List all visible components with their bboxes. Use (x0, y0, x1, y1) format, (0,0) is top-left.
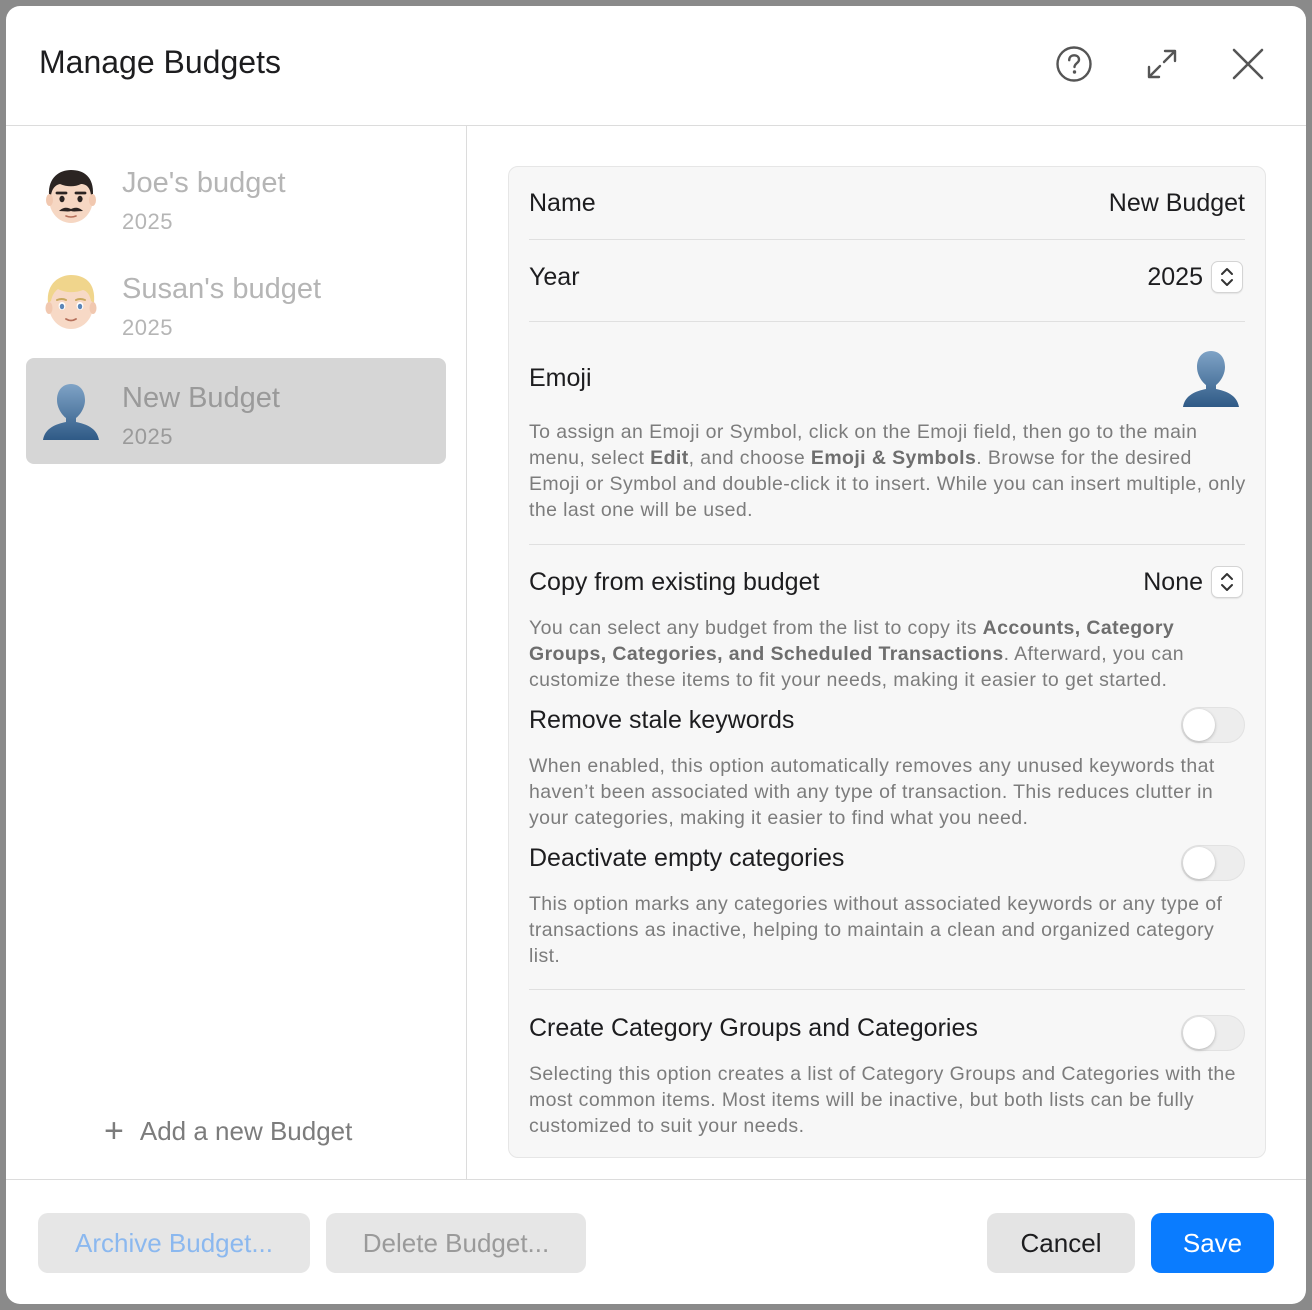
add-budget-label: Add a new Budget (139, 1115, 353, 1146)
budget-name: Susan's budget (122, 273, 322, 305)
divider (529, 239, 1245, 240)
dialog-header: Manage Budgets (6, 6, 1306, 126)
blond-person-emoji-icon (40, 271, 102, 333)
copy-budget-description: You can select any budget from the list … (529, 615, 1247, 693)
updown-chevron-icon (1221, 268, 1233, 286)
create-categories-description: Selecting this option creates a list of … (529, 1063, 1236, 1137)
name-label: Name (529, 189, 596, 217)
desc-text: , and choose (688, 447, 811, 469)
bust-silhouette-icon (1183, 351, 1239, 407)
year-stepper[interactable] (1211, 261, 1243, 293)
bust-silhouette-emoji-icon (40, 380, 102, 442)
budget-name: Joe's budget (122, 167, 286, 199)
budget-name: New Budget (122, 382, 280, 414)
toggle-knob (1183, 847, 1215, 879)
dialog-title: Manage Budgets (39, 44, 281, 80)
sidebar-item-joes-budget[interactable]: Joe's budget 2025 (26, 143, 446, 249)
sidebar-item-susans-budget[interactable]: Susan's budget 2025 (26, 249, 446, 355)
emoji-label: Emoji (529, 364, 592, 392)
year-label: Year (529, 263, 580, 291)
deactivate-categories-label: Deactivate empty categories (529, 844, 845, 872)
cancel-button[interactable]: Cancel (987, 1213, 1135, 1273)
name-field[interactable]: New Budget (1109, 189, 1245, 218)
divider (529, 544, 1245, 545)
budget-year: 2025 (122, 424, 173, 449)
updown-chevron-icon (1221, 573, 1233, 591)
sidebar-item-new-budget[interactable]: New Budget 2025 (26, 358, 446, 464)
copy-budget-popup[interactable] (1211, 566, 1243, 598)
plus-icon: + (104, 1111, 124, 1150)
delete-budget-button[interactable]: Delete Budget... (326, 1213, 586, 1273)
expand-icon[interactable] (1140, 42, 1184, 86)
add-budget-button[interactable]: + Add a new Budget (104, 1111, 352, 1151)
desc-bold: Emoji & Symbols (810, 447, 977, 469)
emoji-field[interactable] (1179, 347, 1243, 409)
help-icon[interactable] (1052, 42, 1096, 86)
man-mustache-emoji-icon (40, 165, 102, 227)
budget-settings-panel: Name New Budget Year 2025 Emoji To assig… (508, 166, 1266, 1158)
copy-budget-label: Copy from existing budget (529, 568, 820, 596)
divider (529, 989, 1245, 990)
deactivate-categories-toggle[interactable] (1181, 845, 1245, 881)
close-icon[interactable] (1226, 42, 1270, 86)
dialog-footer: Archive Budget... Delete Budget... Cance… (6, 1179, 1306, 1304)
stale-keywords-description: When enabled, this option automatically … (529, 755, 1215, 829)
toggle-knob (1183, 709, 1215, 741)
emoji-description: To assign an Emoji or Symbol, click on t… (529, 419, 1247, 523)
desc-text: You can select any budget from the list … (529, 617, 983, 639)
create-categories-label: Create Category Groups and Categories (529, 1014, 978, 1042)
budget-year: 2025 (122, 315, 173, 340)
create-categories-toggle[interactable] (1181, 1015, 1245, 1051)
save-button[interactable]: Save (1151, 1213, 1274, 1273)
budget-year: 2025 (122, 209, 173, 234)
stale-keywords-label: Remove stale keywords (529, 706, 795, 734)
manage-budgets-dialog: Manage Budgets Joe's budget 2025 Susan's… (6, 6, 1306, 1304)
desc-bold: Edit (650, 447, 689, 469)
stale-keywords-toggle[interactable] (1181, 707, 1245, 743)
divider (529, 321, 1245, 322)
year-value[interactable]: 2025 (1147, 263, 1203, 292)
deactivate-categories-description: This option marks any categories without… (529, 893, 1223, 967)
budget-sidebar: Joe's budget 2025 Susan's budget 2025 Ne… (6, 126, 467, 1179)
archive-budget-button[interactable]: Archive Budget... (38, 1213, 310, 1273)
copy-budget-value[interactable]: None (1143, 568, 1203, 597)
toggle-knob (1183, 1017, 1215, 1049)
